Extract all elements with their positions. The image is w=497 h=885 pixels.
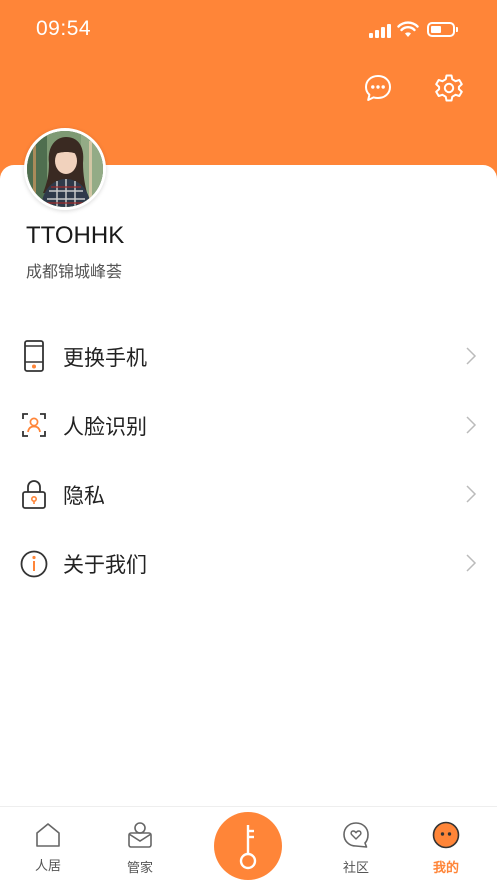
status-time: 09:54 bbox=[36, 17, 92, 40]
chevron-right-icon bbox=[465, 484, 477, 504]
butler-icon bbox=[126, 821, 154, 849]
chevron-right-icon bbox=[465, 553, 477, 573]
status-bar: 09:54 bbox=[0, 0, 497, 60]
info-icon bbox=[20, 547, 48, 579]
settings-button[interactable] bbox=[433, 72, 465, 104]
lock-icon bbox=[20, 478, 48, 510]
gear-icon bbox=[435, 74, 463, 102]
menu-item-label: 关于我们 bbox=[63, 553, 147, 577]
tab-label: 人居 bbox=[34, 859, 61, 874]
chat-bubble-icon bbox=[365, 75, 391, 101]
menu-item-label: 隐私 bbox=[63, 484, 105, 508]
battery-icon bbox=[427, 22, 458, 37]
tab-label: 我的 bbox=[432, 861, 459, 876]
menu-item-face-recognition[interactable]: 人脸识别 bbox=[0, 391, 497, 460]
tab-community[interactable]: 社区 bbox=[316, 807, 396, 884]
tab-label: 社区 bbox=[342, 861, 369, 876]
chevron-right-icon bbox=[465, 415, 477, 435]
menu-item-about-us[interactable]: 关于我们 bbox=[0, 529, 497, 598]
settings-menu: 更换手机 人脸识别 隐私 关于我们 bbox=[0, 322, 497, 598]
menu-item-label: 更换手机 bbox=[63, 346, 147, 370]
message-button[interactable] bbox=[362, 72, 394, 104]
tab-label: 管家 bbox=[126, 861, 153, 876]
profile-face-icon bbox=[432, 821, 460, 849]
tab-butler[interactable]: 管家 bbox=[100, 807, 180, 884]
chevron-right-icon bbox=[465, 346, 477, 366]
home-icon bbox=[34, 821, 62, 849]
tab-mine[interactable]: 我的 bbox=[406, 807, 486, 884]
key-icon bbox=[239, 825, 257, 870]
avatar[interactable] bbox=[24, 128, 106, 210]
tab-home[interactable]: 人居 bbox=[8, 807, 88, 884]
heart-chat-icon bbox=[342, 821, 370, 849]
signal-icon bbox=[369, 24, 391, 38]
wifi-icon bbox=[397, 20, 419, 38]
phone-icon bbox=[20, 340, 48, 372]
username: TTOHHK bbox=[26, 222, 125, 249]
menu-item-label: 人脸识别 bbox=[63, 415, 147, 439]
unlock-key-button[interactable] bbox=[214, 812, 282, 880]
menu-item-change-phone[interactable]: 更换手机 bbox=[0, 322, 497, 391]
face-scan-icon bbox=[20, 409, 48, 441]
community-name: 成都锦城峰荟 bbox=[26, 262, 123, 281]
menu-item-privacy[interactable]: 隐私 bbox=[0, 460, 497, 529]
